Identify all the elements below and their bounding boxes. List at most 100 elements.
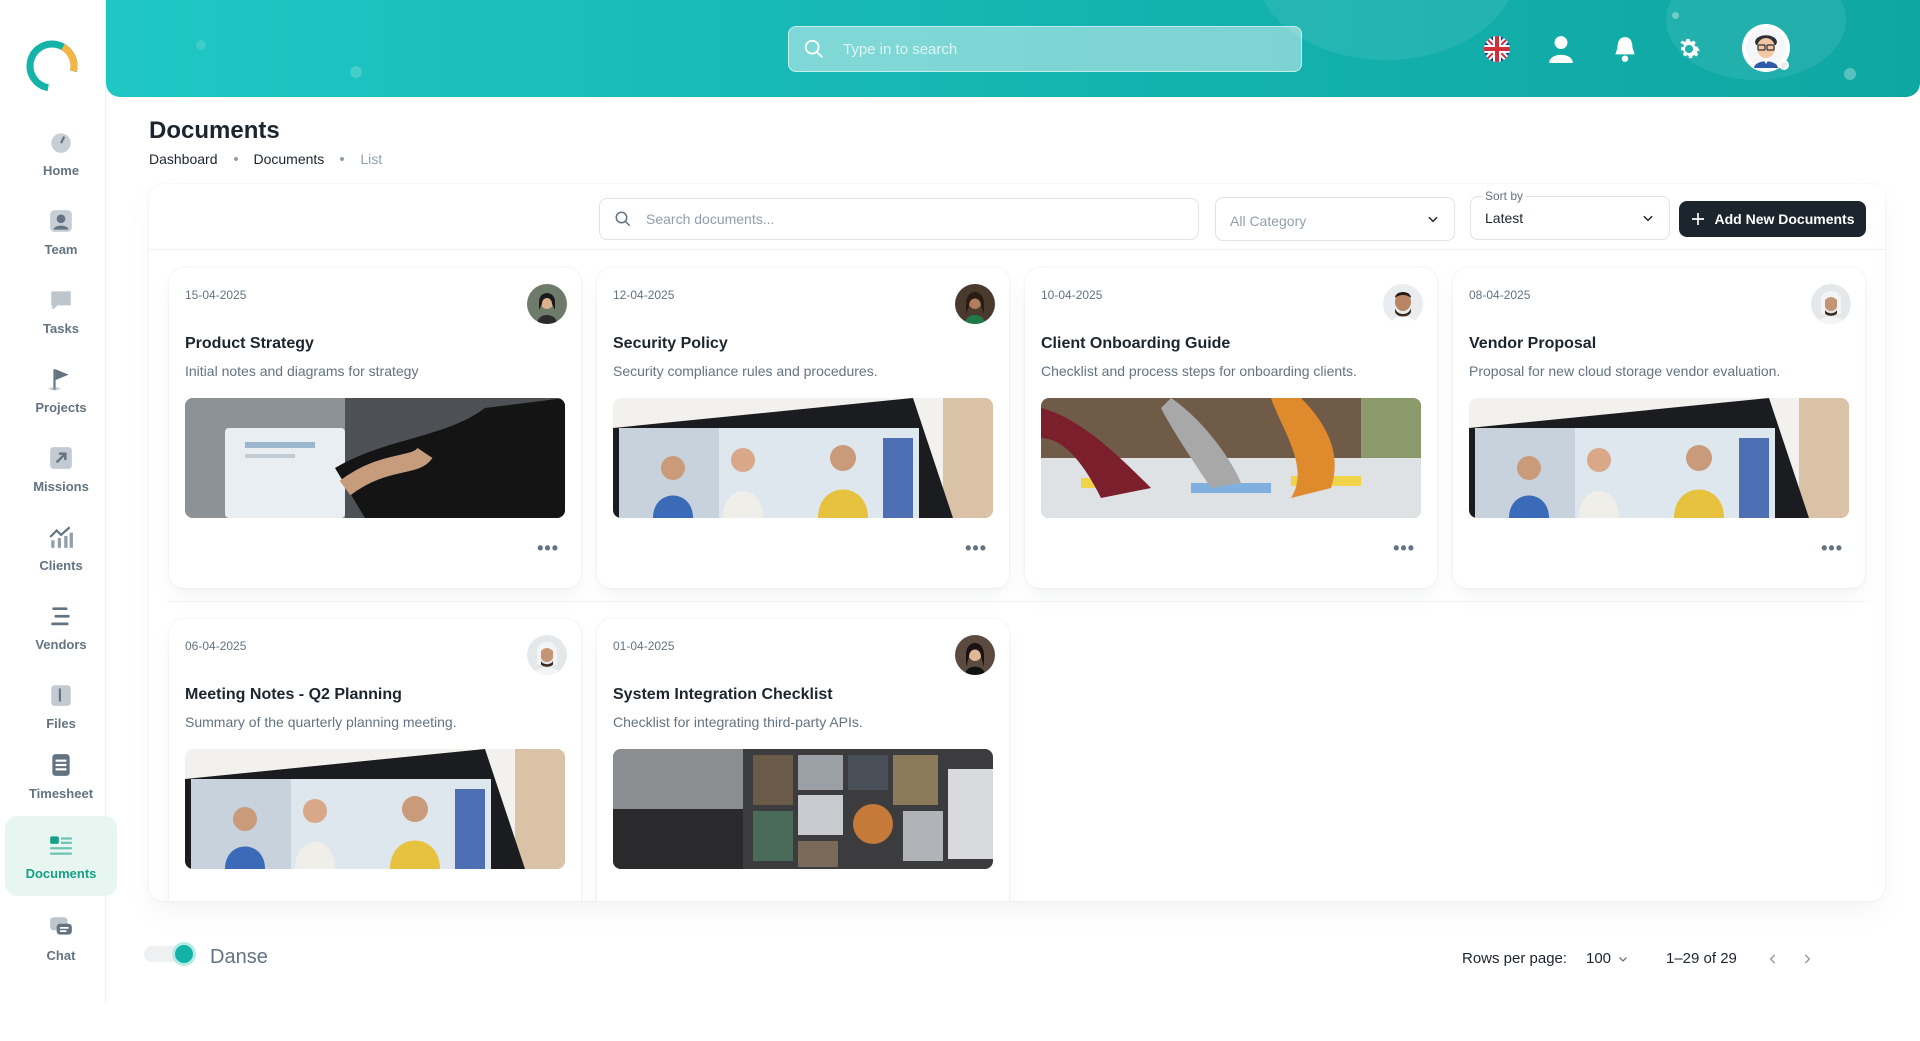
more-options-icon[interactable]: •••: [1393, 538, 1415, 559]
sort-select[interactable]: Sort by Latest: [1470, 189, 1670, 240]
app-logo[interactable]: [22, 36, 82, 96]
sidebar-item-vendors[interactable]: Vendors: [6, 591, 116, 663]
chevron-right-icon: [1804, 954, 1811, 964]
file-icon: [51, 684, 71, 706]
sidebar-item-label: Files: [46, 715, 76, 731]
settings-button[interactable]: [1674, 34, 1704, 64]
user-avatar[interactable]: [1742, 24, 1790, 72]
document-card[interactable]: 12-04-2025 Security Policy Security comp…: [597, 268, 1009, 588]
page-footer: Danse Rows per page: 100 1–29 of 29: [106, 928, 1920, 984]
author-avatar: [955, 284, 995, 324]
breadcrumb-dashboard[interactable]: Dashboard: [149, 151, 218, 167]
chevron-down-icon: [1643, 215, 1653, 222]
document-card[interactable]: 01-04-2025 System Integration Checklist …: [597, 619, 1009, 901]
document-card[interactable]: 15-04-2025 Product Strategy Initial note…: [169, 268, 581, 588]
previous-page-button[interactable]: [1762, 948, 1784, 970]
more-options-icon[interactable]: •••: [537, 538, 559, 559]
clipboard-icon: [52, 753, 70, 776]
sidebar-item-label: Team: [44, 241, 78, 257]
bell-icon: [1615, 37, 1635, 62]
document-date: 15-04-2025: [185, 288, 247, 302]
page-title: Documents: [149, 117, 280, 144]
sidebar-item-timesheet[interactable]: Timesheet: [6, 740, 116, 812]
user-icon: [50, 209, 72, 232]
plus-icon: [1692, 213, 1705, 225]
sidebar-item-label: Home: [42, 162, 80, 178]
author-avatar: [1383, 284, 1423, 324]
document-card[interactable]: 10-04-2025 Client Onboarding Guide Check…: [1025, 268, 1437, 588]
sidebar-item-label: Vendors: [35, 636, 87, 652]
list-icon: [51, 606, 70, 625]
sidebar-item-documents[interactable]: Documents: [5, 816, 117, 896]
sort-select-value: Latest: [1485, 210, 1524, 226]
breadcrumb-separator: [233, 157, 238, 161]
documents-panel: All Category Sort by Latest Add New Docu…: [149, 184, 1885, 901]
toggle-knob: [172, 942, 196, 966]
document-description: Initial notes and diagrams for strategy: [185, 363, 419, 379]
document-title: Meeting Notes - Q2 Planning: [185, 686, 402, 703]
document-title: System Integration Checklist: [613, 686, 833, 703]
document-title: Security Policy: [613, 335, 728, 352]
sidebar-item-team[interactable]: Team: [6, 196, 116, 268]
task-icon: [51, 290, 71, 310]
sidebar-item-home[interactable]: Home: [6, 117, 116, 189]
header-search-input[interactable]: [843, 40, 1283, 58]
chevron-down-icon: [1619, 956, 1627, 962]
next-page-button[interactable]: [1796, 948, 1818, 970]
breadcrumb-list: List: [360, 151, 383, 167]
sidebar-item-label: Missions: [33, 478, 89, 494]
more-options-icon[interactable]: •••: [1821, 538, 1843, 559]
category-select[interactable]: All Category: [1215, 197, 1455, 241]
document-date: 08-04-2025: [1469, 288, 1531, 302]
search-icon: [804, 39, 823, 58]
documents-search-input[interactable]: [646, 211, 1146, 227]
notifications-button[interactable]: [1610, 34, 1640, 64]
author-avatar: [955, 635, 995, 675]
sort-label: Sort by: [1483, 189, 1526, 203]
rows-per-page-select[interactable]: 100: [1586, 950, 1629, 967]
document-thumbnail: [185, 749, 565, 869]
breadcrumb: Dashboard Documents List: [149, 151, 382, 167]
search-icon: [615, 211, 631, 227]
profile-button[interactable]: [1546, 34, 1576, 64]
rows-per-page-label: Rows per page:: [1462, 950, 1568, 967]
dashboard-icon: [51, 132, 71, 153]
document-card[interactable]: 06-04-2025 Meeting Notes - Q2 Planning S…: [169, 619, 581, 901]
category-select-value: All Category: [1230, 213, 1307, 229]
top-header: [106, 0, 1920, 97]
sidebar-item-clients[interactable]: Clients: [6, 512, 116, 584]
sidebar-item-files[interactable]: Files: [6, 670, 116, 742]
document-date: 12-04-2025: [613, 288, 675, 302]
document-description: Checklist and process steps for onboardi…: [1041, 363, 1357, 379]
document-thumbnail: [1469, 398, 1849, 518]
sidebar-item-tasks[interactable]: Tasks: [6, 275, 116, 347]
document-thumbnail: [185, 398, 565, 518]
sidebar-item-chat[interactable]: Chat: [6, 902, 116, 974]
language-flag-button[interactable]: [1482, 34, 1512, 64]
sidebar-item-projects[interactable]: Projects: [6, 354, 116, 426]
chevron-down-icon: [1428, 216, 1438, 223]
more-options-icon[interactable]: •••: [965, 538, 987, 559]
sidebar-item-label: Documents: [25, 865, 97, 881]
document-title: Product Strategy: [185, 335, 314, 352]
document-description: Summary of the quarterly planning meetin…: [185, 714, 457, 730]
documents-icon: [50, 835, 72, 855]
author-avatar: [527, 635, 567, 675]
sidebar-item-label: Projects: [35, 399, 87, 415]
author-avatar: [1811, 284, 1851, 324]
sidebar-item-missions[interactable]: Missions: [6, 433, 116, 505]
documents-search[interactable]: [599, 198, 1199, 240]
document-card[interactable]: 08-04-2025 Vendor Proposal Proposal for …: [1453, 268, 1865, 588]
dense-toggle[interactable]: [144, 940, 196, 968]
add-document-button[interactable]: Add New Documents: [1679, 201, 1866, 237]
document-title: Client Onboarding Guide: [1041, 335, 1231, 352]
status-dot: [1779, 60, 1789, 70]
document-description: Security compliance rules and procedures…: [613, 363, 878, 379]
header-search[interactable]: [788, 26, 1302, 72]
sidebar-item-label: Tasks: [43, 320, 79, 336]
gear-icon: [1680, 38, 1700, 59]
breadcrumb-documents[interactable]: Documents: [254, 151, 325, 167]
sidebar-item-label: Chat: [46, 947, 76, 963]
document-date: 06-04-2025: [185, 639, 247, 653]
document-date: 01-04-2025: [613, 639, 675, 653]
